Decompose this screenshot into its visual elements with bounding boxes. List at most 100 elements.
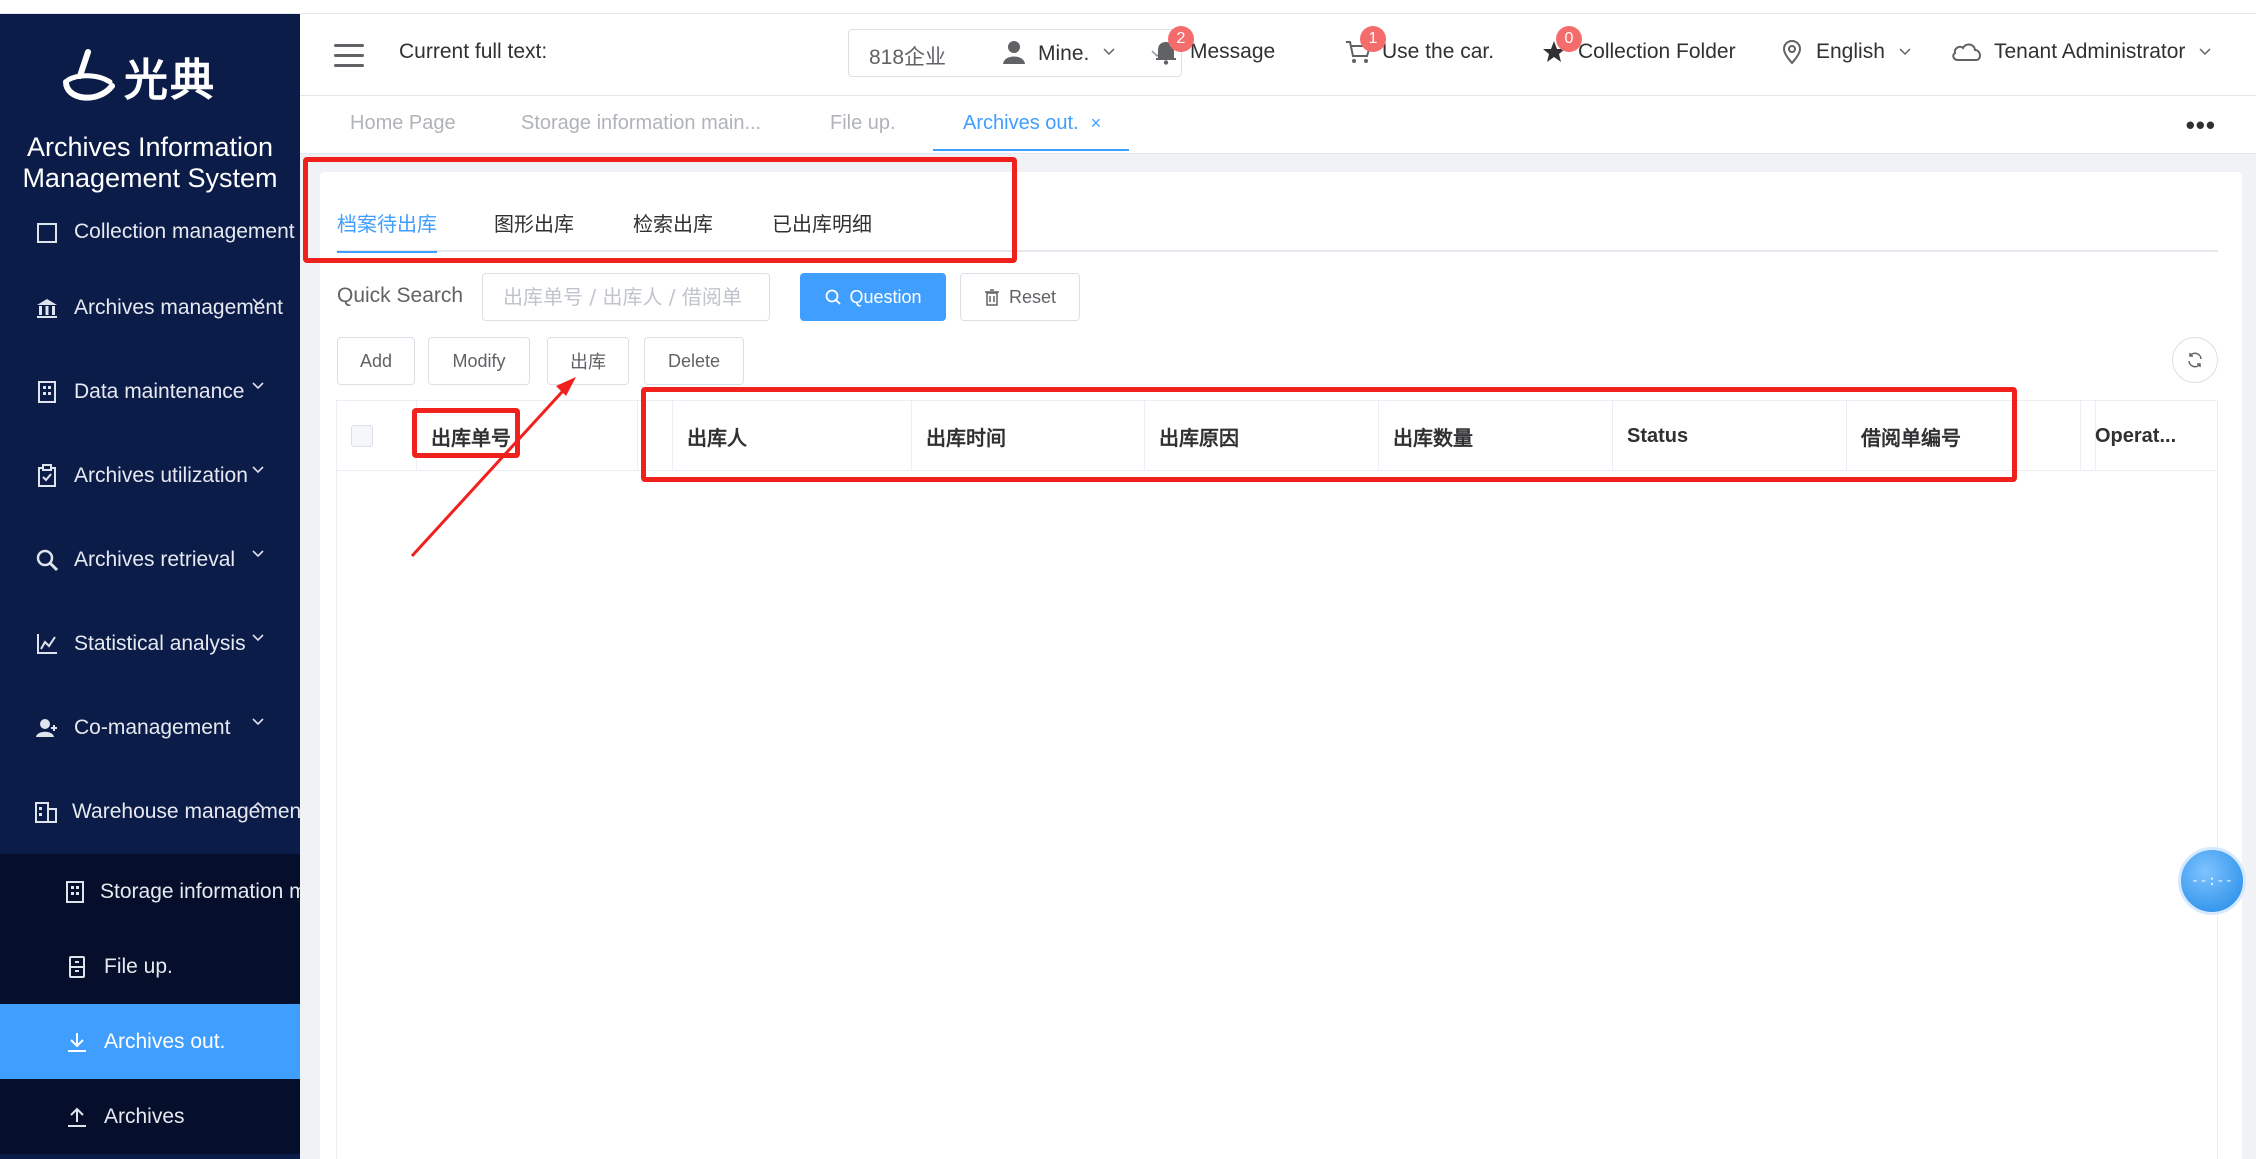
inner-tab-pending-outbound[interactable]: 档案待出库: [337, 208, 437, 253]
user-menu[interactable]: Tenant Administrator: [1950, 38, 2211, 66]
sidebar-subitem-archives-out[interactable]: Archives out.: [0, 1004, 300, 1079]
sidebar-item-label: Archives utilization: [74, 464, 248, 487]
message-menu[interactable]: 2 Message: [1152, 26, 1276, 66]
system-title-line2: Management System: [22, 163, 278, 193]
chart-icon: [34, 631, 60, 657]
clipboard-icon: [34, 463, 60, 489]
sidebar-item-warehouse-management[interactable]: Warehouse management: [0, 770, 300, 854]
sidebar-item-archives-management[interactable]: Archives management: [0, 266, 300, 350]
chevron-down-icon: [1899, 48, 1911, 56]
tab-file-up[interactable]: File up.: [830, 112, 896, 135]
table-header: 出库单号 出库人 出库时间 出库原因 出库数量 Status 借阅单编号 Ope…: [337, 401, 2217, 471]
language-label: English: [1816, 40, 1885, 63]
col-blank: [638, 401, 673, 471]
collection-badge: 0: [1556, 26, 1582, 52]
tab-home-page[interactable]: Home Page: [350, 112, 456, 135]
chevron-down-icon: [252, 382, 264, 390]
search-icon: [824, 288, 842, 306]
warehouse-submenu: Storage information maintenance File up.…: [0, 854, 300, 1154]
sidebar-item-label: Co-management: [74, 716, 231, 739]
sidebar-item-collection-management[interactable]: Collection management: [0, 202, 300, 266]
quick-search-label: Quick Search: [337, 284, 464, 307]
current-full-text-label: Current full text:: [399, 40, 548, 63]
hamburger-icon[interactable]: [334, 44, 364, 68]
col-outbound-reason[interactable]: 出库原因: [1145, 401, 1379, 471]
chevron-down-icon: [252, 550, 264, 558]
cabinet-icon: [64, 954, 90, 980]
trash-icon: [984, 288, 1002, 306]
tab-archives-out-label: Archives out.: [963, 112, 1079, 134]
warehouse-icon: [34, 799, 58, 825]
refresh-icon: [2188, 352, 2202, 368]
chevron-down-icon: [252, 634, 264, 642]
refresh-button[interactable]: [2172, 337, 2218, 383]
message-badge: 2: [1168, 26, 1194, 52]
outbound-button[interactable]: 出库: [547, 337, 629, 385]
modify-button[interactable]: Modify: [428, 337, 530, 385]
sidebar-item-archives-retrieval[interactable]: Archives retrieval: [0, 518, 300, 602]
more-icon[interactable]: •••: [2186, 110, 2216, 141]
building-icon: [34, 379, 60, 405]
col-outbound-time[interactable]: 出库时间: [912, 401, 1145, 471]
sidebar-item-label: Collection management: [74, 220, 295, 243]
sidebar-item-archives-utilization[interactable]: Archives utilization: [0, 434, 300, 518]
sidebar-item-label: Archives out.: [104, 1029, 226, 1053]
inner-tab-graphic-outbound[interactable]: 图形出库: [494, 208, 574, 251]
col-outbound-quantity[interactable]: 出库数量: [1379, 401, 1613, 471]
delete-button[interactable]: Delete: [644, 337, 744, 385]
sidebar-subitem-storage-information[interactable]: Storage information maintenance: [0, 854, 300, 929]
page-tabs-bar: Home Page Storage information main... Fi…: [300, 96, 2256, 154]
bank-icon: [34, 295, 60, 321]
collection-folder-menu[interactable]: 0 Collection Folder: [1540, 26, 1736, 66]
system-title-line1: Archives Information: [26, 132, 274, 162]
close-icon[interactable]: ×: [1091, 113, 1102, 133]
chevron-down-icon: [1103, 48, 1115, 56]
select-all-checkbox[interactable]: [351, 425, 373, 447]
col-operation[interactable]: Operat...: [2081, 401, 2217, 471]
mine-menu[interactable]: Mine.: [1000, 38, 1115, 66]
sidebar-item-label: Storage information maintenance: [100, 879, 300, 903]
message-label: Message: [1190, 40, 1276, 63]
sidebar-item-statistical-analysis[interactable]: Statistical analysis: [0, 602, 300, 686]
sidebar-item-label: Warehouse management: [72, 800, 300, 823]
user-label: Tenant Administrator: [1994, 40, 2186, 63]
select-all-cell: [337, 401, 417, 471]
chevron-down-icon: [252, 298, 264, 306]
sidebar-item-co-management[interactable]: Co-management: [0, 686, 300, 770]
sidebar-subitem-file-up[interactable]: File up.: [0, 929, 300, 1004]
sidebar-item-data-maintenance[interactable]: Data maintenance: [0, 350, 300, 434]
logo: 光典: [58, 36, 243, 116]
inner-tab-search-outbound[interactable]: 检索出库: [633, 208, 713, 251]
reset-button[interactable]: Reset: [960, 273, 1080, 321]
inner-tab-outbound-details[interactable]: 已出库明细: [772, 208, 872, 251]
add-button[interactable]: Add: [337, 337, 415, 385]
inner-tabs: 档案待出库 图形出库 检索出库 已出库明细: [336, 208, 2218, 253]
floating-clock-widget[interactable]: --:--: [2178, 847, 2246, 915]
col-status[interactable]: Status: [1613, 401, 1847, 471]
use-car-menu[interactable]: 1 Use the car.: [1344, 26, 1494, 66]
person-icon: [1000, 38, 1028, 66]
chevron-down-icon: [252, 718, 264, 726]
system-title: Archives Information Management System: [0, 132, 300, 194]
bell-icon: 2: [1152, 26, 1194, 66]
sidebar-item-label: Data maintenance: [74, 380, 245, 403]
language-select[interactable]: English: [1778, 38, 1911, 66]
question-button[interactable]: Question: [800, 273, 946, 321]
sidebar-item-label: File up.: [104, 954, 173, 978]
sidebar-subitem-archives[interactable]: Archives: [0, 1079, 300, 1154]
quick-search-input[interactable]: [482, 273, 770, 321]
cloud-icon: [1950, 38, 1984, 66]
tab-archives-out[interactable]: Archives out. ×: [932, 112, 1130, 151]
tab-storage-information[interactable]: Storage information main...: [521, 112, 761, 135]
cart-icon: 1: [1344, 26, 1386, 66]
chevron-up-icon: [252, 801, 264, 809]
reset-button-label: Reset: [1008, 286, 1057, 307]
sidebar-menu: Collection management Archives managemen…: [0, 202, 300, 1154]
top-strip: [0, 0, 2256, 14]
upload-icon: [64, 1104, 90, 1130]
download-icon: [64, 1029, 90, 1055]
col-outbound-number[interactable]: 出库单号: [417, 401, 638, 471]
square-icon: [34, 220, 60, 246]
col-borrow-number[interactable]: 借阅单编号: [1847, 401, 2081, 471]
col-outbound-person[interactable]: 出库人: [673, 401, 912, 471]
